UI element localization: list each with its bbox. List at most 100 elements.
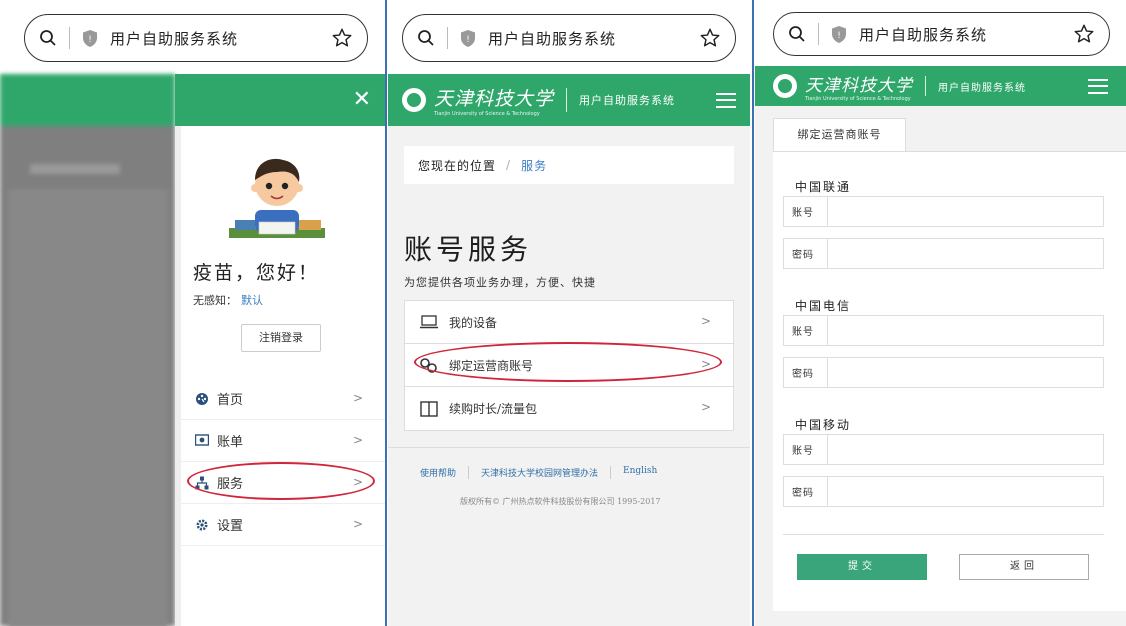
- side-drawer: 疫苗，您好！ 无感知： 默认 注销登录 首页 > 账单 > 服务 > 设置 >: [175, 126, 385, 626]
- header-divider: [566, 88, 568, 112]
- chevron-right-icon: >: [352, 517, 363, 531]
- unicom-password-input[interactable]: [828, 239, 1103, 268]
- service-label: 绑定运营商账号: [449, 358, 534, 373]
- hamburger-menu-icon[interactable]: [1088, 78, 1108, 94]
- drawer-header: ✕: [175, 74, 385, 126]
- breadcrumb-prefix: 您现在的位置: [418, 158, 497, 173]
- chevron-right-icon: >: [700, 357, 711, 371]
- blurred-page-background: [0, 74, 175, 626]
- mobile-password-input[interactable]: [828, 477, 1103, 506]
- chevron-right-icon: >: [700, 314, 711, 328]
- drawer-menu: 首页 > 账单 > 服务 > 设置 >: [175, 378, 385, 546]
- senseless-value-link[interactable]: 默认: [241, 294, 263, 307]
- service-list: 我的设备 > 绑定运营商账号 > 续购时长/流量包 >: [404, 300, 734, 431]
- mobile-account-input[interactable]: [828, 435, 1103, 464]
- dashboard-icon: [195, 392, 209, 406]
- unicom-password-row: 密码: [783, 238, 1104, 269]
- search-icon: [418, 30, 434, 46]
- star-icon[interactable]: [331, 27, 353, 49]
- breadcrumb-separator: /: [506, 158, 512, 172]
- unicom-account-row: 账号: [783, 196, 1104, 227]
- telecom-password-row: 密码: [783, 357, 1104, 388]
- service-item-bind-operator[interactable]: 绑定运营商账号 >: [405, 344, 733, 387]
- browser-bar: ! 用户自助服务系统: [388, 0, 750, 74]
- form-divider: [783, 534, 1104, 535]
- browser-bar: ! 用户自助服务系统: [0, 0, 385, 74]
- bill-icon: [194, 433, 210, 448]
- search-icon: [789, 26, 805, 42]
- unicom-account-input[interactable]: [828, 197, 1103, 226]
- address-title: 用户自助服务系统: [110, 29, 239, 48]
- panel-menu-drawer: ! 用户自助服务系统 ✕ 疫苗，您好！ 无感知： 默认 注销登录 首页 > 账单…: [0, 0, 385, 626]
- menu-item-settings[interactable]: 设置 >: [175, 504, 385, 546]
- university-logo-icon: [773, 74, 797, 98]
- university-brand: 天津科技大学 Tianjin University of Science & T…: [805, 71, 913, 102]
- footer-link-policy[interactable]: 天津科技大学校园网管理办法: [469, 466, 612, 479]
- footer-link-help[interactable]: 使用帮助: [420, 466, 470, 479]
- operator-form: 中国联通 账号 密码 中国电信 账号 密码 中国移动 账号 密码 提交 返回: [773, 151, 1126, 611]
- star-icon[interactable]: [1073, 23, 1095, 45]
- greeting-text: 疫苗，您好！: [193, 262, 320, 284]
- university-logo-icon: [402, 88, 426, 112]
- chevron-right-icon: >: [352, 475, 363, 489]
- submit-button[interactable]: 提交: [797, 554, 927, 580]
- telecom-account-input[interactable]: [828, 316, 1103, 345]
- footer-link-english[interactable]: English: [611, 466, 669, 479]
- logout-button[interactable]: 注销登录: [241, 324, 321, 352]
- header-divider: [925, 76, 926, 96]
- panel-service-list: ! 用户自助服务系统 天津科技大学 Tianjin University of …: [388, 0, 750, 626]
- university-name: 天津科技大学: [805, 75, 913, 96]
- page-subtitle: 为您提供各项业务办理，方便、快捷: [404, 276, 596, 289]
- sitemap-icon: [195, 476, 209, 490]
- operator-title-telecom: 中国电信: [795, 299, 852, 313]
- menu-item-bill[interactable]: 账单 >: [175, 420, 385, 462]
- laptop-icon: [420, 315, 438, 329]
- address-separator: [818, 23, 819, 45]
- site-header: 天津科技大学 Tianjin University of Science & T…: [755, 66, 1126, 106]
- chevron-right-icon: >: [700, 400, 711, 414]
- svg-text:!: !: [837, 31, 841, 41]
- service-label: 我的设备: [449, 315, 498, 330]
- back-button[interactable]: 返回: [959, 554, 1089, 580]
- service-item-my-devices[interactable]: 我的设备 >: [405, 301, 733, 344]
- operator-title-mobile: 中国移动: [795, 418, 852, 432]
- service-item-renew-package[interactable]: 续购时长/流量包 >: [405, 387, 733, 430]
- breadcrumb-current[interactable]: 服务: [521, 157, 547, 174]
- address-title: 用户自助服务系统: [488, 29, 617, 48]
- shield-icon: !: [461, 29, 475, 47]
- tab-bind-operator[interactable]: 绑定运营商账号: [773, 118, 906, 152]
- site-header: 天津科技大学 Tianjin University of Science & T…: [388, 74, 750, 126]
- svg-text:!: !: [466, 35, 470, 45]
- footer-links: 使用帮助 天津科技大学校园网管理办法 English: [420, 466, 669, 479]
- menu-item-home[interactable]: 首页 >: [175, 378, 385, 420]
- university-name-en: Tianjin University of Science & Technolo…: [434, 110, 540, 117]
- operator-title-unicom: 中国联通: [795, 180, 852, 194]
- address-bar[interactable]: ! 用户自助服务系统: [24, 14, 368, 62]
- drawer-scrollbar[interactable]: [175, 126, 181, 626]
- copyright-text: 版权所有© 广州热点软件科技股份有限公司 1995-2017: [460, 497, 661, 506]
- chevron-right-icon: >: [352, 391, 363, 405]
- star-icon[interactable]: [699, 27, 721, 49]
- mobile-password-row: 密码: [783, 476, 1104, 507]
- address-bar[interactable]: ! 用户自助服务系统: [402, 14, 736, 62]
- page-title: 账号服务: [404, 233, 533, 266]
- password-label: 密码: [784, 477, 828, 506]
- close-icon[interactable]: ✕: [353, 88, 371, 112]
- breadcrumb: 您现在的位置 / 服务: [404, 146, 734, 184]
- menu-label-bill: 账单: [217, 435, 244, 450]
- hamburger-menu-icon[interactable]: [716, 92, 736, 108]
- menu-label-settings: 设置: [217, 519, 244, 534]
- link-icon: [420, 358, 437, 373]
- chevron-right-icon: >: [352, 433, 363, 447]
- menu-label-service: 服务: [217, 477, 244, 492]
- account-label: 账号: [784, 435, 828, 464]
- password-label: 密码: [784, 239, 828, 268]
- address-bar[interactable]: ! 用户自助服务系统: [773, 12, 1110, 56]
- menu-item-service[interactable]: 服务 >: [175, 462, 385, 504]
- panel-divider: [385, 0, 387, 626]
- senseless-label: 无感知：: [193, 294, 237, 307]
- browser-bar: ! 用户自助服务系统: [755, 0, 1126, 72]
- telecom-password-input[interactable]: [828, 358, 1103, 387]
- account-label: 账号: [784, 197, 828, 226]
- panel-divider: [752, 0, 754, 626]
